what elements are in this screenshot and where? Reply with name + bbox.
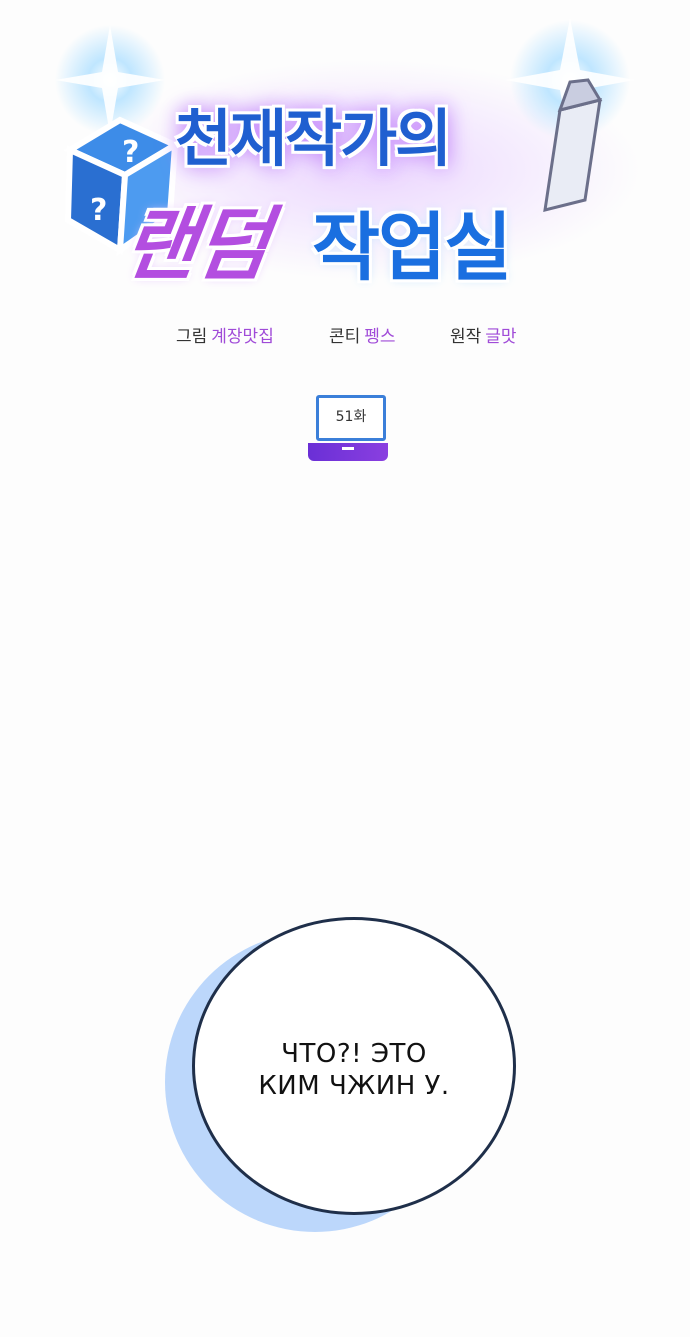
credit-role: 콘티 xyxy=(329,327,361,347)
sparkle-icon xyxy=(55,25,165,135)
credits-bar: 그림 계장맛집 콘티 펭스 원작 글맛 xyxy=(0,322,690,352)
laptop-trackpad xyxy=(342,447,354,450)
logo-title-studio: 작업실 xyxy=(312,205,512,291)
laptop-base xyxy=(308,443,388,461)
credit-original: 원작 글맛 xyxy=(450,322,517,347)
speech-bubble-text: ЧТО?! ЭТО КИМ ЧЖИН У. xyxy=(195,1038,513,1102)
credit-name: 펭스 xyxy=(364,327,396,347)
svg-text:?: ? xyxy=(122,135,139,170)
laptop-screen: 51화 xyxy=(316,395,386,441)
logo-title-random: 랜덤 xyxy=(117,198,274,291)
laptop-icon: 51화 xyxy=(308,393,390,465)
episode-label: 51화 xyxy=(335,409,367,425)
credit-name: 계장맛집 xyxy=(211,327,274,347)
svg-text:?: ? xyxy=(90,193,107,228)
series-logo: ? ? 천재작가의 랜덤 작업실 xyxy=(40,10,670,300)
speech-bubble: ЧТО?! ЭТО КИМ ЧЖИН У. xyxy=(192,917,516,1215)
credit-storyboard: 콘티 펭스 xyxy=(329,322,396,347)
credit-name: 글맛 xyxy=(485,327,517,347)
credit-role: 원작 xyxy=(450,327,482,347)
logo-title-line1: 천재작가의 xyxy=(175,102,452,175)
speech-line-1: ЧТО?! ЭТО xyxy=(281,1039,427,1069)
speech-line-2: КИМ ЧЖИН У. xyxy=(258,1071,450,1101)
credit-art: 그림 계장맛집 xyxy=(176,322,274,347)
credit-role: 그림 xyxy=(176,327,208,347)
